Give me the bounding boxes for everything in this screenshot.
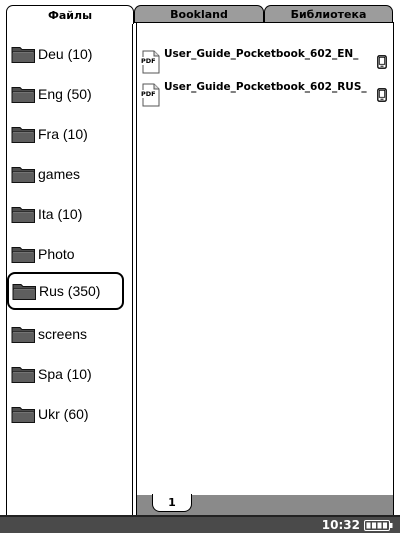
folder-label: games: [38, 166, 81, 182]
folder-label: screens: [38, 326, 88, 342]
pdf-type-label: PDF: [141, 57, 156, 65]
folder-item[interactable]: Fra (10): [8, 115, 132, 153]
file-item[interactable]: User_Guide_Pocketbook_602_EN_ PDF: [139, 48, 391, 78]
folder-item[interactable]: Spa (10): [8, 355, 132, 393]
tab-bookland[interactable]: Bookland: [134, 5, 264, 23]
folder-label: Photo: [38, 246, 75, 262]
status-bar: 10:32: [0, 515, 400, 533]
folder-icon: [11, 407, 35, 423]
folder-icon: [11, 47, 35, 63]
tab-library[interactable]: Библиотека: [264, 5, 393, 23]
tab-bar: Файлы Bookland Библиотека: [0, 0, 400, 24]
pdf-type-label: PDF: [141, 90, 156, 98]
folder-icon: [11, 327, 35, 343]
device-icon: [377, 88, 387, 102]
folder-item[interactable]: Eng (50): [8, 75, 132, 113]
folder-icon: [11, 127, 35, 143]
folder-label: Eng (50): [38, 86, 92, 102]
folder-label: Ukr (60): [38, 406, 89, 422]
folder-label: Rus (350): [39, 283, 101, 299]
folder-label: Spa (10): [38, 366, 92, 382]
device-icon: [377, 55, 387, 69]
file-name: User_Guide_Pocketbook_602_EN_: [164, 48, 359, 60]
folder-icon: [12, 284, 36, 300]
file-panel: User_Guide_Pocketbook_602_EN_ PDF User_Gui…: [136, 23, 394, 515]
folder-item[interactable]: games: [8, 155, 132, 193]
file-name: User_Guide_Pocketbook_602_RUS_: [164, 81, 367, 93]
clock: 10:32: [321, 518, 360, 532]
folder-item[interactable]: Photo: [8, 235, 132, 273]
folder-icon: [11, 367, 35, 383]
folder-item[interactable]: screens: [8, 315, 132, 353]
folder-label: Ita (10): [38, 206, 83, 222]
page-tab-current[interactable]: 1: [152, 494, 192, 512]
file-item[interactable]: User_Guide_Pocketbook_602_RUS_ PDF: [139, 81, 391, 111]
folder-item[interactable]: Ita (10): [8, 195, 132, 233]
folder-item[interactable]: Rus (350): [7, 272, 124, 310]
tab-files[interactable]: Файлы: [6, 5, 134, 24]
folder-item[interactable]: Deu (10): [8, 35, 132, 73]
folder-icon: [11, 247, 35, 263]
folder-label: Deu (10): [38, 46, 93, 62]
folder-icon: [11, 87, 35, 103]
folder-icon: [11, 167, 35, 183]
folder-icon: [11, 207, 35, 223]
folder-panel: Deu (10) Eng (50) Fra (10) games Ita (10) Pho…: [6, 23, 133, 515]
battery-icon: [364, 520, 393, 531]
folder-item[interactable]: Ukr (60): [8, 395, 132, 433]
folder-label: Fra (10): [38, 126, 88, 142]
